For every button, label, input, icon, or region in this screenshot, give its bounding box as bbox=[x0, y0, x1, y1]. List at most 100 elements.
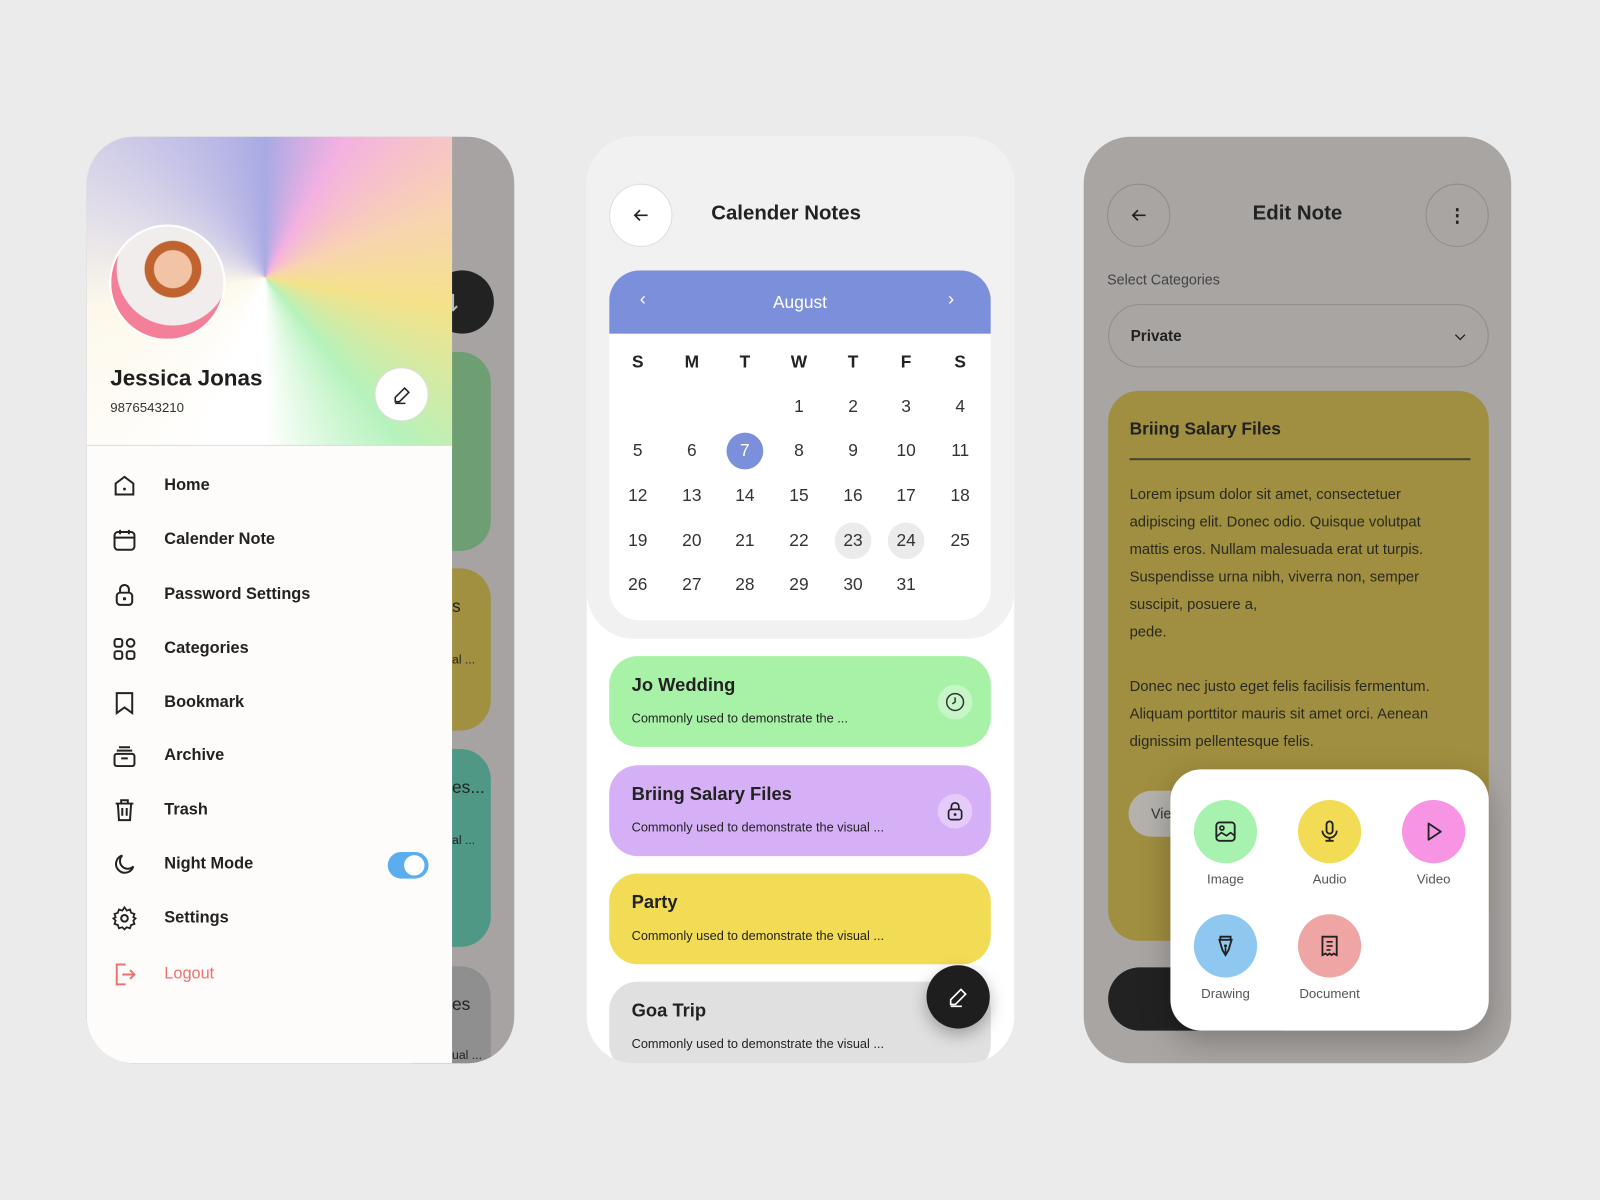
back-button[interactable] bbox=[609, 183, 673, 247]
calendar-day[interactable]: 17 bbox=[888, 478, 925, 515]
calendar-day[interactable]: 8 bbox=[781, 433, 818, 470]
category-dropdown[interactable]: Private bbox=[1108, 304, 1489, 368]
divider bbox=[86, 444, 453, 446]
menu-item-logout[interactable]: Logout bbox=[87, 954, 452, 995]
note-preview: Commonly used to demonstrate the visual … bbox=[631, 820, 885, 835]
avatar[interactable] bbox=[109, 224, 226, 341]
calendar-day[interactable]: 15 bbox=[781, 478, 818, 515]
calendar-day[interactable]: 12 bbox=[619, 478, 656, 515]
calendar-day[interactable]: 29 bbox=[781, 566, 818, 603]
note-body-line: adipiscing elit. Donec odio. Quisque vol… bbox=[1129, 514, 1421, 531]
pencil-icon bbox=[949, 988, 967, 1008]
calendar-day[interactable]: 25 bbox=[942, 522, 979, 559]
gear-icon bbox=[111, 905, 138, 931]
edit-profile-button[interactable] bbox=[374, 367, 429, 422]
attach-image-button[interactable]: Image bbox=[1180, 799, 1272, 887]
calendar-day[interactable]: 20 bbox=[673, 522, 710, 559]
note-title[interactable]: Briing Salary Files bbox=[1130, 419, 1281, 439]
note-body[interactable]: Donec nec justo eget felis facilisis fer… bbox=[1130, 673, 1430, 756]
attach-drawing-button[interactable]: Drawing bbox=[1180, 914, 1272, 1001]
next-month-button[interactable]: › bbox=[948, 289, 954, 310]
calendar-day[interactable]: 30 bbox=[835, 566, 872, 603]
attach-video-button[interactable]: Video bbox=[1388, 799, 1480, 887]
menu-item-label: Trash bbox=[164, 801, 208, 819]
note-body-line: Lorem ipsum dolor sit amet, consectetuer bbox=[1129, 486, 1401, 504]
page-title: Calender Notes bbox=[711, 202, 861, 225]
bg-card-text: al ... bbox=[452, 652, 476, 667]
profile-name: Jessica Jonas bbox=[110, 365, 263, 391]
note-preview: Commonly used to demonstrate the visual … bbox=[631, 1036, 885, 1052]
note-body-line: pede. bbox=[1129, 624, 1167, 641]
calendar-day[interactable]: 18 bbox=[942, 478, 979, 515]
calendar-day[interactable]: 4 bbox=[942, 389, 979, 426]
calendar-day[interactable]: 27 bbox=[673, 566, 710, 603]
calendar-day[interactable]: 23 bbox=[834, 522, 872, 560]
calendar-day[interactable]: 26 bbox=[619, 566, 656, 603]
night-mode-toggle[interactable] bbox=[387, 852, 429, 879]
calendar-day[interactable]: 10 bbox=[888, 433, 925, 470]
new-note-button[interactable] bbox=[926, 965, 990, 1029]
calendar-day[interactable]: 11 bbox=[942, 433, 979, 470]
bg-card-text: ual ... bbox=[452, 1047, 482, 1063]
calendar-day[interactable]: 19 bbox=[619, 522, 656, 559]
menu-item-label: Calender Note bbox=[164, 530, 275, 548]
note-preview: Commonly used to demonstrate the ... bbox=[631, 711, 848, 726]
menu-item-bookmark[interactable]: Bookmark bbox=[87, 683, 452, 724]
calendar-day[interactable]: 2 bbox=[835, 389, 872, 426]
more-options-button[interactable]: ⋮ bbox=[1425, 183, 1489, 247]
note-title: Jo Wedding bbox=[631, 674, 736, 695]
calendar-day[interactable]: 1 bbox=[781, 389, 818, 426]
attach-option-label: Drawing bbox=[1201, 985, 1250, 1002]
calendar-day[interactable]: 28 bbox=[727, 566, 764, 603]
calendar-day[interactable]: 21 bbox=[727, 522, 764, 559]
menu-item-label: Night Mode bbox=[164, 855, 254, 873]
calendar-day[interactable]: 7 bbox=[726, 432, 764, 470]
note-card[interactable]: Jo Wedding Commonly used to demonstrate t… bbox=[609, 656, 991, 747]
bookmark-icon bbox=[115, 692, 134, 715]
calendar-day[interactable]: 24 bbox=[887, 522, 925, 560]
attach-audio-button[interactable]: Audio bbox=[1284, 799, 1376, 887]
weekday-label: M bbox=[684, 352, 700, 372]
menu-item-trash[interactable]: Trash bbox=[87, 790, 452, 831]
calendar-day[interactable]: 5 bbox=[619, 433, 656, 470]
calendar-day[interactable]: 16 bbox=[835, 478, 872, 515]
menu-item-home[interactable]: Home bbox=[87, 465, 452, 506]
calendar-day[interactable]: 22 bbox=[781, 522, 818, 559]
menu-item-calender-note[interactable]: Calender Note bbox=[87, 519, 452, 560]
note-body[interactable]: Lorem ipsum dolor sit amet, consectetuer… bbox=[1130, 482, 1424, 647]
menu-item-label: Archive bbox=[164, 746, 225, 765]
clock-icon bbox=[945, 692, 965, 712]
calendar-day[interactable]: 31 bbox=[888, 566, 925, 603]
note-card[interactable]: Party Commonly used to demonstrate the vi… bbox=[609, 873, 991, 965]
bg-card-text: al ... bbox=[452, 832, 476, 847]
calendar-day[interactable]: 14 bbox=[727, 478, 764, 515]
menu-item-archive[interactable]: Archive bbox=[87, 736, 452, 777]
calendar-day[interactable]: 6 bbox=[673, 433, 710, 470]
navigation-drawer: Jessica Jonas 9876543210 Home Calender No… bbox=[86, 136, 453, 1064]
weekday-label: T bbox=[847, 352, 859, 372]
category-label: Select Categories bbox=[1107, 271, 1220, 288]
calendar: ‹ August › S M T W T F S 1 2 3 4 5 6 7 8 9 10 11 12 13 14 15 1… bbox=[609, 270, 991, 621]
calendar-day[interactable]: 3 bbox=[888, 389, 925, 426]
calendar-day[interactable]: 9 bbox=[835, 433, 872, 470]
attach-option-label: Video bbox=[1416, 871, 1451, 887]
play-icon bbox=[1427, 822, 1442, 841]
note-body-line: Donec nec justo eget felis facilisis fer… bbox=[1129, 678, 1430, 695]
note-body-line: Aliquam porttitor mauris sit amet orci. … bbox=[1129, 706, 1429, 723]
image-icon bbox=[1215, 821, 1236, 842]
menu-item-categories[interactable]: Categories bbox=[87, 629, 452, 670]
edit-note-screen: Edit Note ⋮ Select Categories Private Br… bbox=[1083, 136, 1512, 1064]
calendar-day[interactable]: 13 bbox=[673, 478, 710, 515]
divider bbox=[1129, 458, 1471, 460]
menu-item-password-settings[interactable]: Password Settings bbox=[87, 574, 452, 615]
attach-document-button[interactable]: Document bbox=[1284, 914, 1376, 1001]
bg-card-title: es bbox=[452, 994, 471, 1015]
weekday-label: S bbox=[954, 352, 966, 372]
arrow-left-icon bbox=[633, 209, 648, 222]
note-title: Briing Salary Files bbox=[631, 783, 792, 805]
profile-phone: 9876543210 bbox=[110, 399, 184, 416]
note-preview: Commonly used to demonstrate the visual … bbox=[631, 928, 885, 943]
note-card[interactable]: Briing Salary Files Commonly used to demo… bbox=[609, 765, 991, 857]
menu-item-label: Logout bbox=[164, 965, 215, 983]
menu-item-settings[interactable]: Settings bbox=[87, 898, 452, 939]
